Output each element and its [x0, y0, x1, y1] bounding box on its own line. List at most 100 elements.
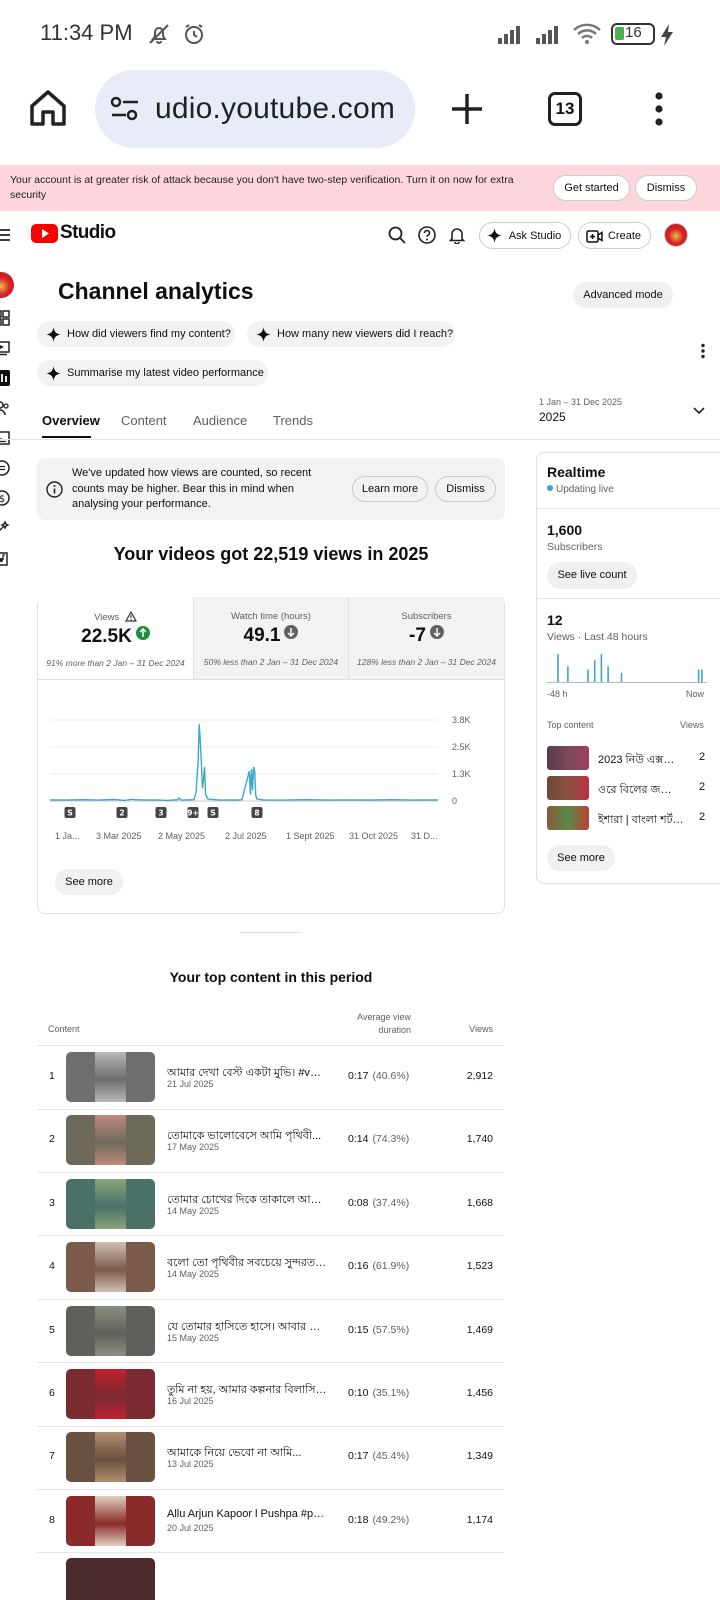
tab-switcher-button[interactable]: 13 — [548, 92, 582, 126]
col-avg-header[interactable]: Average view duration — [350, 1011, 411, 1037]
chart-event-marker[interactable]: S — [64, 807, 76, 818]
account-avatar[interactable] — [664, 223, 688, 247]
video-thumbnail[interactable] — [66, 1115, 155, 1165]
section-separator — [240, 932, 302, 933]
realtime-item-views: 2 — [699, 781, 706, 793]
views-line-chart[interactable]: S 2 3 9+ S 8 — [50, 712, 450, 827]
avg-view-duration: 0:17 (40.6%) — [348, 1070, 409, 1082]
chart-event-marker[interactable]: S — [207, 807, 219, 818]
svg-text:3: 3 — [158, 809, 163, 818]
nav-dashboard-icon[interactable] — [0, 310, 10, 326]
notice-dismiss-button[interactable]: Dismiss — [435, 476, 496, 502]
chart-event-marker[interactable]: 3 — [155, 807, 167, 818]
ask-studio-button[interactable]: Ask Studio — [479, 222, 571, 249]
nav-earn-icon[interactable]: $ — [0, 490, 10, 506]
nav-community-icon[interactable] — [0, 400, 10, 416]
nav-subtitles-icon[interactable] — [0, 430, 10, 446]
video-thumbnail[interactable] — [66, 1432, 155, 1482]
tab-audience[interactable]: Audience — [193, 413, 247, 428]
browser-menu-icon[interactable] — [654, 92, 664, 126]
date-range-picker[interactable]: 1 Jan – 31 Dec 2025 2025 — [539, 397, 709, 429]
chart-event-marker[interactable]: 8 — [251, 807, 263, 818]
avg-duration-value: 0:18 — [348, 1514, 369, 1526]
avg-duration-value: 0:17 — [348, 1450, 369, 1462]
see-live-count-button[interactable]: See live count — [547, 562, 637, 589]
realtime-item-title[interactable]: 2023 নিউ এক্সট্রা ... — [598, 751, 684, 770]
realtime-item-title[interactable]: ইশারা | বাংলা শর্ট ... — [598, 811, 684, 830]
chip-summarise[interactable]: Summarise my latest video performance — [37, 360, 268, 386]
top-content-label: Top content — [547, 720, 594, 730]
realtime-item-thumbnail[interactable] — [547, 746, 589, 770]
url-text[interactable]: udio.youtube.com — [155, 92, 395, 126]
video-thumbnail[interactable] — [66, 1496, 155, 1546]
nav-audio-library-icon[interactable] — [0, 550, 10, 566]
chart-event-marker[interactable]: 9+ — [187, 807, 199, 818]
video-title[interactable]: Allu Arjun Kapoor l Pushpa #pus... — [167, 1508, 327, 1520]
partial-thumbnail — [66, 1558, 155, 1600]
realtime-title: Realtime — [547, 464, 606, 480]
video-views: 1,174 — [466, 1514, 493, 1526]
live-dot — [547, 485, 553, 491]
tab-divider — [0, 439, 720, 440]
trend-up-icon — [135, 626, 150, 640]
search-icon[interactable] — [388, 226, 406, 244]
nav-copyright-icon[interactable] — [0, 460, 10, 476]
row-rank: 1 — [49, 1070, 55, 1082]
notifications-icon[interactable] — [449, 226, 465, 244]
more-options-icon[interactable] — [700, 343, 706, 359]
realtime-see-more-button[interactable]: See more — [547, 845, 615, 871]
metric-subscribers[interactable]: Subscribers -7 128% less than 2 Jan – 31… — [348, 597, 504, 679]
video-date: 16 Jul 2025 — [167, 1396, 214, 1406]
video-thumbnail[interactable] — [66, 1052, 155, 1102]
realtime-item-thumbnail[interactable] — [547, 806, 589, 830]
video-date: 14 May 2025 — [167, 1206, 220, 1216]
create-button[interactable]: Create — [578, 222, 651, 249]
site-settings-icon[interactable] — [110, 96, 140, 122]
chip-new-viewers[interactable]: How many new viewers did I reach? — [247, 321, 455, 347]
metric-note: 50% less than 2 Jan – 31 Dec 2024 — [203, 657, 339, 667]
video-views: 1,668 — [466, 1197, 493, 1209]
realtime-views-value: 12 — [547, 612, 563, 628]
svg-text:S: S — [67, 809, 73, 818]
help-icon[interactable] — [418, 226, 436, 244]
page-title: Channel analytics — [58, 278, 254, 304]
video-date: 17 May 2025 — [167, 1142, 220, 1152]
avg-view-duration: 0:10 (35.1%) — [348, 1387, 409, 1399]
new-tab-icon[interactable] — [450, 92, 484, 126]
tab-overview[interactable]: Overview — [42, 413, 100, 428]
metric-note: 128% less than 2 Jan – 31 Dec 2024 — [357, 657, 496, 667]
video-thumbnail[interactable] — [66, 1369, 155, 1419]
col-views-header[interactable]: Views — [456, 1024, 493, 1034]
learn-more-button[interactable]: Learn more — [352, 476, 428, 502]
realtime-bar — [701, 669, 703, 682]
top-content-title: Your top content in this period — [169, 969, 373, 985]
nav-content-icon[interactable] — [0, 340, 10, 356]
nav-analytics-icon[interactable] — [0, 370, 10, 386]
realtime-item-title[interactable]: ওরে বিলের জলে ... — [598, 781, 684, 800]
banner-text: Your account is at greater risk of attac… — [10, 174, 514, 201]
realtime-bar-chart[interactable] — [547, 650, 707, 684]
avg-duration-value: 0:14 — [348, 1133, 369, 1145]
realtime-bar — [600, 654, 603, 682]
channel-avatar-small[interactable] — [0, 272, 14, 298]
advanced-mode-button[interactable]: Advanced mode — [573, 282, 673, 308]
tab-content[interactable]: Content — [121, 413, 167, 428]
trend-down-icon — [284, 625, 299, 639]
sparkle-icon — [256, 327, 271, 342]
home-icon[interactable] — [28, 88, 68, 128]
banner-dismiss-button[interactable]: Dismiss — [635, 175, 697, 201]
metric-views[interactable]: Views 22.5K 91% more than 2 Jan – 31 Dec… — [38, 597, 193, 679]
video-thumbnail[interactable] — [66, 1306, 155, 1356]
video-thumbnail[interactable] — [66, 1242, 155, 1292]
chip-viewers-find[interactable]: How did viewers find my content? — [37, 321, 235, 347]
hamburger-menu-icon[interactable] — [0, 228, 10, 242]
get-started-button[interactable]: Get started — [553, 175, 630, 201]
tab-trends[interactable]: Trends — [273, 413, 313, 428]
realtime-item-thumbnail[interactable] — [547, 776, 589, 800]
nav-customisation-icon[interactable] — [0, 520, 10, 536]
realtime-bar — [697, 669, 700, 682]
video-thumbnail[interactable] — [66, 1179, 155, 1229]
chart-see-more-button[interactable]: See more — [55, 869, 123, 895]
chart-event-marker[interactable]: 2 — [116, 807, 128, 818]
metric-watch-time[interactable]: Watch time (hours) 49.1 50% less than 2 … — [193, 597, 348, 679]
